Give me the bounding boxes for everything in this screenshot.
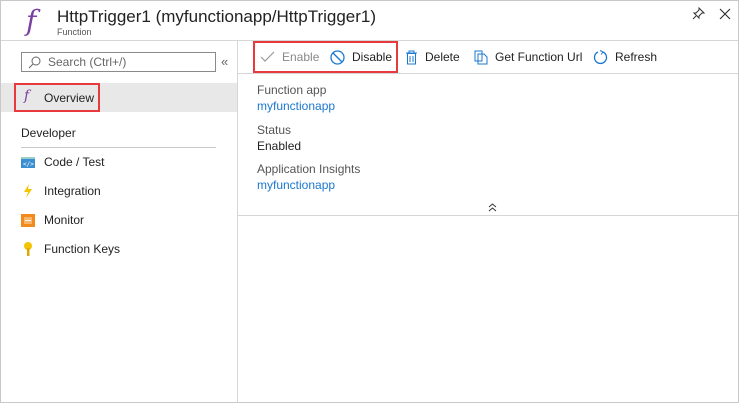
sidebar-item-label: Code / Test (44, 155, 105, 169)
toolbar-divider (238, 73, 738, 74)
function-app-link[interactable]: myfunctionapp (257, 99, 335, 113)
refresh-label: Refresh (615, 50, 658, 64)
insights-link[interactable]: myfunctionapp (257, 178, 335, 192)
insights-label: Application Insights (257, 162, 361, 176)
disable-button[interactable]: Disable (330, 49, 392, 65)
search-placeholder: Search (Ctrl+/) (48, 55, 127, 69)
function-app-label: Function app (257, 83, 327, 97)
checkmark-icon (260, 51, 275, 62)
section-divider (21, 147, 216, 148)
close-icon[interactable] (719, 7, 731, 25)
page-subtitle: Function (57, 27, 92, 37)
sidebar-item-label: Overview (44, 91, 95, 105)
disable-icon (330, 49, 345, 65)
enable-button[interactable]: Enable (260, 49, 319, 65)
sidebar-item-label: Function Keys (44, 242, 121, 256)
sidebar-item-function-keys[interactable]: Function Keys (21, 241, 121, 256)
essentials-divider (238, 215, 738, 216)
svg-text:</>: </> (23, 161, 34, 168)
sidebar-item-code-test[interactable]: </> Code / Test (21, 155, 104, 169)
key-icon (21, 241, 35, 256)
disable-label: Disable (352, 50, 393, 64)
delete-icon (406, 50, 417, 64)
pin-icon[interactable] (692, 6, 706, 25)
function-icon: f (26, 4, 37, 37)
monitor-icon (21, 213, 35, 227)
status-label: Status (257, 123, 292, 137)
collapse-sidebar-button[interactable]: « (221, 54, 228, 69)
enable-label: Enable (282, 50, 320, 64)
sidebar-item-label: Integration (44, 184, 101, 198)
refresh-button[interactable]: Refresh (593, 49, 657, 65)
sidebar-item-integration[interactable]: Integration (21, 184, 101, 198)
sidebar-item-label: Monitor (44, 213, 85, 227)
delete-label: Delete (425, 50, 460, 64)
refresh-icon (593, 49, 608, 64)
code-icon: </> (21, 155, 35, 169)
sidebar-item-monitor[interactable]: Monitor (21, 213, 84, 227)
search-input[interactable]: Search (Ctrl+/) (21, 52, 216, 72)
search-icon (28, 56, 41, 69)
double-chevron-up-icon (488, 203, 497, 212)
lightning-icon (21, 184, 35, 198)
section-developer: Developer (21, 126, 76, 140)
status-value: Enabled (257, 139, 302, 153)
get-function-url-button[interactable]: Get Function Url (474, 49, 582, 65)
page-title: HttpTrigger1 (myfunctionapp/HttpTrigger1… (57, 7, 377, 26)
sidebar-divider (237, 40, 238, 402)
get-function-url-label: Get Function Url (495, 50, 583, 64)
delete-button[interactable]: Delete (405, 49, 460, 65)
copy-icon (474, 50, 488, 64)
function-icon: f (24, 88, 30, 104)
